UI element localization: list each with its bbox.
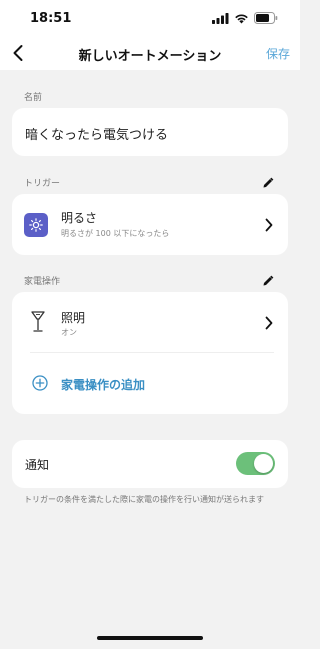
nav-bar: 新しいオートメーション 保存 bbox=[0, 36, 300, 70]
toggle-knob bbox=[254, 454, 273, 473]
notification-description: トリガーの条件を満たした際に家電の操作を行い通知が送られます bbox=[24, 495, 264, 504]
appliance-title: 照明 bbox=[61, 311, 86, 325]
page-title: 新しいオートメーション bbox=[78, 49, 222, 64]
appliance-section-label: 家電操作 bbox=[24, 277, 61, 287]
home-indicator[interactable] bbox=[97, 636, 203, 640]
trigger-row-brightness[interactable]: 明るさ 明るさが 100 以下になったら bbox=[12, 194, 288, 255]
edit-trigger-pencil-icon[interactable] bbox=[262, 177, 274, 189]
appliance-row-lighting[interactable]: 照明 オン bbox=[12, 292, 288, 352]
appliance-card: 照明 オン 家電操作の追加 bbox=[12, 292, 288, 414]
name-section-label: 名前 bbox=[24, 93, 43, 103]
notification-card: 通知 bbox=[12, 440, 288, 488]
plus-circle-icon bbox=[32, 375, 48, 391]
name-card[interactable]: 暗くなったら電気つける bbox=[12, 108, 288, 156]
chevron-right-icon bbox=[265, 316, 273, 330]
floor-lamp-icon bbox=[31, 311, 45, 332]
trigger-card: 明るさ 明るさが 100 以下になったら bbox=[12, 194, 288, 255]
cellular-signal-icon bbox=[212, 12, 229, 24]
automation-name-field[interactable]: 暗くなったら電気つける bbox=[25, 124, 168, 143]
add-appliance-label: 家電操作の追加 bbox=[61, 378, 146, 392]
add-appliance-button[interactable]: 家電操作の追加 bbox=[12, 353, 288, 414]
wifi-icon bbox=[235, 13, 248, 23]
battery-icon bbox=[254, 12, 278, 24]
trigger-title: 明るさ bbox=[61, 211, 98, 225]
status-bar: 18:51 bbox=[0, 0, 300, 36]
trigger-subtitle: 明るさが 100 以下になったら bbox=[61, 229, 170, 238]
notification-label: 通知 bbox=[25, 458, 50, 472]
brightness-sun-icon bbox=[24, 213, 48, 237]
save-button[interactable]: 保存 bbox=[266, 45, 290, 62]
chevron-right-icon bbox=[265, 218, 273, 232]
edit-appliance-pencil-icon[interactable] bbox=[262, 275, 274, 287]
trigger-section-label: トリガー bbox=[24, 179, 61, 189]
status-icons bbox=[212, 12, 278, 24]
notification-toggle[interactable] bbox=[236, 452, 275, 475]
status-time: 18:51 bbox=[30, 11, 72, 26]
appliance-subtitle: オン bbox=[61, 328, 77, 337]
